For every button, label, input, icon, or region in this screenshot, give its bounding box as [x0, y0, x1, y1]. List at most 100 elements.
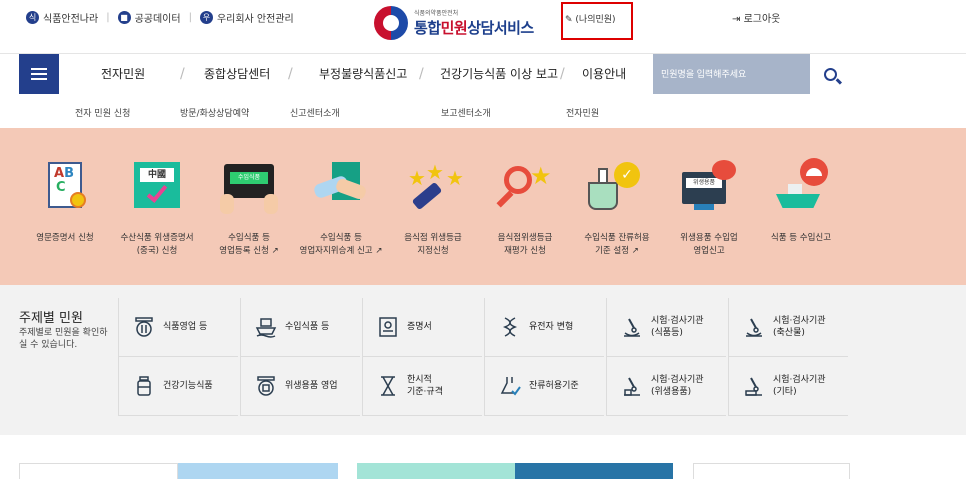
service-label: 수입식품 잔류허용 기준 설정 ↗ [584, 233, 650, 256]
service-china-certificate[interactable]: 中國 수산식품 위생증명서 (중국) 신청 [112, 158, 202, 258]
ship-icon [770, 158, 832, 220]
nav-consulting-center[interactable]: 종합상담센터 [204, 54, 270, 94]
service-label: 음식점위생등급 재평가 신청 [497, 233, 553, 256]
public-data-link[interactable]: ■ 공공데이터 [117, 10, 181, 25]
preview-card [693, 463, 850, 479]
subnav-apply[interactable]: 전자 민원 신청 [75, 106, 130, 119]
service-hygiene-import[interactable]: 위생용품 위생용품 수입업 영업신고 [664, 158, 754, 258]
service-grade-reevaluation[interactable]: ★ 음식점위생등급 재평가 신청 [480, 158, 570, 258]
topic-temporary-standard[interactable]: 한시적 기준·규격 [362, 357, 482, 416]
service-label: 음식점 위생등급 지정신청 [404, 233, 462, 256]
topic-certificate[interactable]: 증명서 [362, 298, 482, 357]
taegeuk-logo-icon [374, 6, 408, 40]
divider: | [106, 12, 110, 23]
preview-card [357, 463, 515, 479]
utility-links: 식 식품안전나라 | ■ 공공데이터 | 우 우리회사 안전관리 [26, 10, 294, 25]
topic-lab-livestock[interactable]: 시험·검사기관 (축산물) [728, 298, 848, 357]
divider: | [188, 12, 192, 23]
topic-label: 시험·검사기관 (기타) [773, 375, 826, 397]
nav-divider: / [419, 66, 424, 82]
service-label: 수입식품 등 영업등록 신청 ↗ [219, 233, 279, 256]
subnav-visit-reservation[interactable]: 방문/화상상담예약 [180, 106, 249, 119]
hygiene-monitor-icon: 위생용품 [678, 158, 740, 220]
topics-title: 주제별 민원 [19, 311, 83, 326]
service-status-succession[interactable]: 수입식품 등 영업자지위승계 신고 ↗ [296, 158, 386, 258]
preview-card [19, 463, 178, 479]
topic-import-food[interactable]: 수입식품 등 [240, 298, 360, 357]
flask-check-outline-icon [500, 377, 521, 396]
main-nav: 전자민원 / 종합상담센터 / 부정불량식품신고 / 건강기능식품 이상 보고 … [0, 54, 966, 94]
search-icon [823, 67, 837, 81]
microscope-icon [746, 318, 762, 337]
subnav-electronic[interactable]: 전자민원 [566, 106, 599, 119]
service-label: 위생용품 수입업 영업신고 [680, 233, 738, 256]
logo-title-c: 상담서비스 [467, 19, 534, 37]
subnav-report-center[interactable]: 신고센터소개 [290, 106, 340, 119]
logout-label: 로그아웃 [743, 14, 781, 25]
nav-electronic-complaint[interactable]: 전자민원 [101, 54, 145, 94]
logout-button[interactable]: ⇥ 로그아웃 [732, 10, 780, 25]
topic-gmo[interactable]: 유전자 변형 [484, 298, 604, 357]
search-input[interactable] [653, 54, 810, 94]
search-button[interactable] [810, 54, 850, 94]
company-safety-label: 우리회사 안전관리 [216, 14, 294, 25]
subnav-report-info[interactable]: 보고센터소개 [441, 106, 491, 119]
hourglass-icon [381, 376, 395, 396]
logo-title-a: 통합 [414, 19, 441, 37]
topic-food-business[interactable]: 식품영업 등 [118, 298, 238, 357]
topic-health-food[interactable]: 건강기능식품 [118, 357, 238, 416]
certificate-icon [379, 317, 397, 337]
supplement-bottle-icon [137, 376, 151, 396]
microscope-icon [624, 377, 640, 396]
food-safety-link[interactable]: 식 식품안전나라 [26, 10, 98, 25]
topic-label: 시험·검사기관 (위생용품) [651, 375, 704, 397]
content-preview [0, 435, 966, 479]
logo-subtitle: 식품의약품안전처 [414, 10, 459, 17]
preview-card [515, 463, 673, 479]
my-complaint-label: (나의민원) [575, 15, 616, 25]
service-residue-standard[interactable]: ✓ 수입식품 잔류허용 기준 설정 ↗ [572, 158, 662, 258]
service-import-registration[interactable]: 수입식품 수입식품 등 영업등록 신청 ↗ [204, 158, 294, 258]
dna-icon [502, 317, 518, 337]
topic-lab-food[interactable]: 시험·검사기관 (식품등) [606, 298, 726, 357]
nav-usage-guide[interactable]: 이용안내 [582, 54, 626, 94]
ship-outline-icon [255, 318, 277, 338]
cup-icon [257, 376, 275, 396]
topic-label: 시험·검사기관 (축산물) [773, 316, 826, 338]
site-logo[interactable]: 식품의약품안전처 통합민원상담서비스 [374, 6, 534, 40]
microscope-icon [624, 318, 640, 337]
logo-title-b: 민원 [440, 19, 468, 37]
china-certificate-icon: 中國 [126, 158, 188, 220]
service-food-import-report[interactable]: 식품 등 수입신고 [756, 158, 846, 245]
company-safety-link[interactable]: 우 우리회사 안전관리 [199, 10, 294, 25]
topic-residue-limit[interactable]: 잔류허용기준 [484, 357, 604, 416]
service-english-certificate[interactable]: AB C 영문증명서 신청 [20, 158, 110, 245]
topic-lab-hygiene[interactable]: 시험·검사기관 (위생용품) [606, 357, 726, 416]
topic-label: 한시적 기준·규격 [407, 375, 443, 397]
dish-icon [135, 317, 153, 337]
topic-hygiene-business[interactable]: 위생용품 영업 [240, 357, 360, 416]
topic-lab-other[interactable]: 시험·검사기관 (기타) [728, 357, 848, 416]
food-safety-label: 식품안전나라 [43, 14, 99, 25]
topic-label: 건강기능식품 [163, 381, 213, 391]
topic-label: 시험·검사기관 (식품등) [651, 316, 704, 338]
company-icon: 우 [199, 11, 213, 24]
topic-label: 증명서 [407, 322, 432, 332]
service-label: 수산식품 위생증명서 (중국) 신청 [120, 233, 194, 256]
nav-divider: / [288, 66, 293, 82]
food-safety-icon: 식 [26, 11, 39, 24]
my-complaint-link[interactable]: ✎ (나의민원) [561, 2, 633, 40]
nav-health-food-report[interactable]: 건강기능식품 이상 보고 [440, 54, 558, 94]
logout-icon: ⇥ [732, 14, 741, 25]
menu-button[interactable] [19, 54, 59, 94]
service-hygiene-grade[interactable]: ★ ★ ★ 음식점 위생등급 지정신청 [388, 158, 478, 258]
flask-check-icon: ✓ [586, 158, 648, 220]
logo-title: 통합민원상담서비스 [414, 19, 534, 37]
service-label: 영문증명서 신청 [36, 233, 94, 243]
hamburger-icon [31, 68, 47, 80]
search-box [653, 54, 810, 94]
service-label: 식품 등 수입신고 [770, 233, 832, 243]
nav-bad-food-report[interactable]: 부정불량식품신고 [319, 54, 407, 94]
topic-label: 식품영업 등 [163, 322, 208, 332]
handshake-icon [310, 158, 372, 220]
